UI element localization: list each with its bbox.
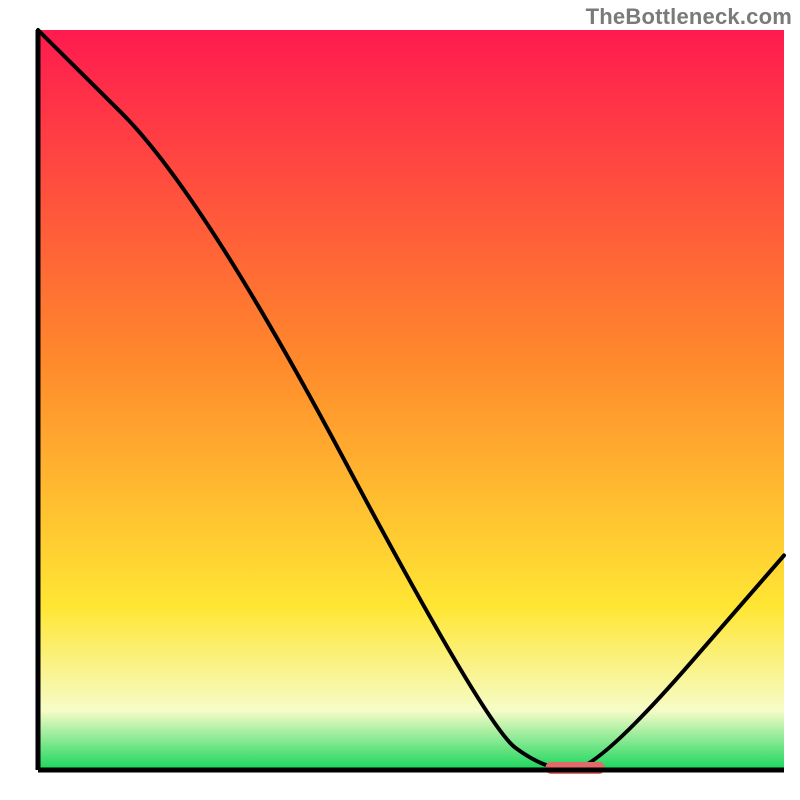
chart-svg [0, 0, 800, 800]
chart-container: TheBottleneck.com [0, 0, 800, 800]
plot-area [38, 30, 784, 770]
watermark-label: TheBottleneck.com [586, 4, 792, 30]
